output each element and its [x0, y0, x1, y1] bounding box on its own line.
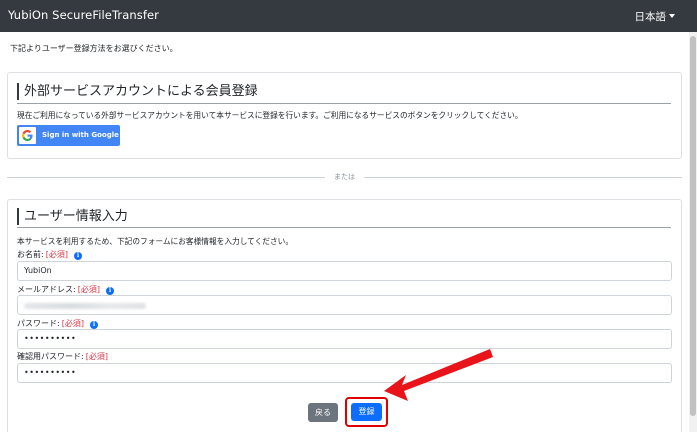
- google-sign-in-button[interactable]: Sign in with Google: [17, 125, 120, 146]
- caret-down-icon: [669, 14, 675, 18]
- blurred-email-value: [24, 303, 146, 309]
- section-divider: [17, 227, 671, 228]
- register-button[interactable]: 登録: [351, 403, 382, 421]
- separator-text: または: [334, 173, 355, 181]
- password-label-text: パスワード:: [17, 319, 60, 328]
- external-account-card: 外部サービスアカウントによる会員登録 現在ご利用になっている外部サービスアカウン…: [7, 72, 682, 159]
- info-circle-icon[interactable]: i: [105, 287, 114, 295]
- separator-line-left: [7, 177, 325, 178]
- name-input[interactable]: YubiOn: [17, 261, 672, 281]
- external-section-title: 外部サービスアカウントによる会員登録: [17, 83, 258, 100]
- external-section-description: 現在ご利用になっている外部サービスアカウントを用いて本サービスに登録を行います。…: [17, 111, 523, 120]
- name-label: お名前: [必須] i: [17, 249, 82, 260]
- back-button[interactable]: 戻る: [308, 403, 338, 422]
- app-title[interactable]: YubiOn SecureFileTransfer: [8, 8, 159, 22]
- page-scrollbar[interactable]: [689, 32, 697, 432]
- submit-highlight-box: 登録: [345, 397, 388, 427]
- user-section-description: 本サービスを利用するため、下記のフォームにお客様情報を入力してください。: [17, 237, 294, 246]
- password-label: パスワード: [必須] i: [17, 318, 98, 329]
- section-divider: [17, 103, 671, 104]
- separator-line-right: [364, 177, 682, 178]
- required-marker: [必須]: [77, 285, 100, 294]
- google-button-label: Sign in with Google: [42, 131, 119, 139]
- email-input[interactable]: [17, 295, 672, 315]
- scrollbar-thumb[interactable]: [690, 36, 696, 416]
- required-marker: [必須]: [61, 319, 84, 328]
- required-marker: [必須]: [85, 352, 108, 361]
- language-label: 日本語: [634, 11, 667, 23]
- info-circle-icon[interactable]: i: [89, 321, 98, 329]
- name-label-text: お名前:: [17, 250, 44, 259]
- email-label: メールアドレス: [必須] i: [17, 284, 114, 295]
- required-marker: [必須]: [45, 250, 68, 259]
- confirm-password-input[interactable]: ••••••••••: [17, 363, 672, 383]
- user-info-card: ユーザー情報入力 本サービスを利用するため、下記のフォームにお客様情報を入力して…: [7, 199, 682, 432]
- user-section-title: ユーザー情報入力: [17, 208, 128, 225]
- email-label-text: メールアドレス:: [17, 285, 76, 294]
- confirm-password-label: 確認用パスワード: [必須]: [17, 351, 108, 362]
- intro-text: 下記よりユーザー登録方法をお選びください。: [10, 44, 178, 53]
- info-circle-icon[interactable]: i: [73, 252, 82, 260]
- top-navbar: YubiOn SecureFileTransfer 日本語: [0, 0, 697, 32]
- confirm-password-label-text: 確認用パスワード:: [17, 352, 84, 361]
- password-input[interactable]: ••••••••••: [17, 329, 672, 349]
- google-g-icon: [19, 127, 36, 144]
- or-separator: または: [7, 172, 682, 182]
- language-dropdown[interactable]: 日本語: [634, 9, 675, 24]
